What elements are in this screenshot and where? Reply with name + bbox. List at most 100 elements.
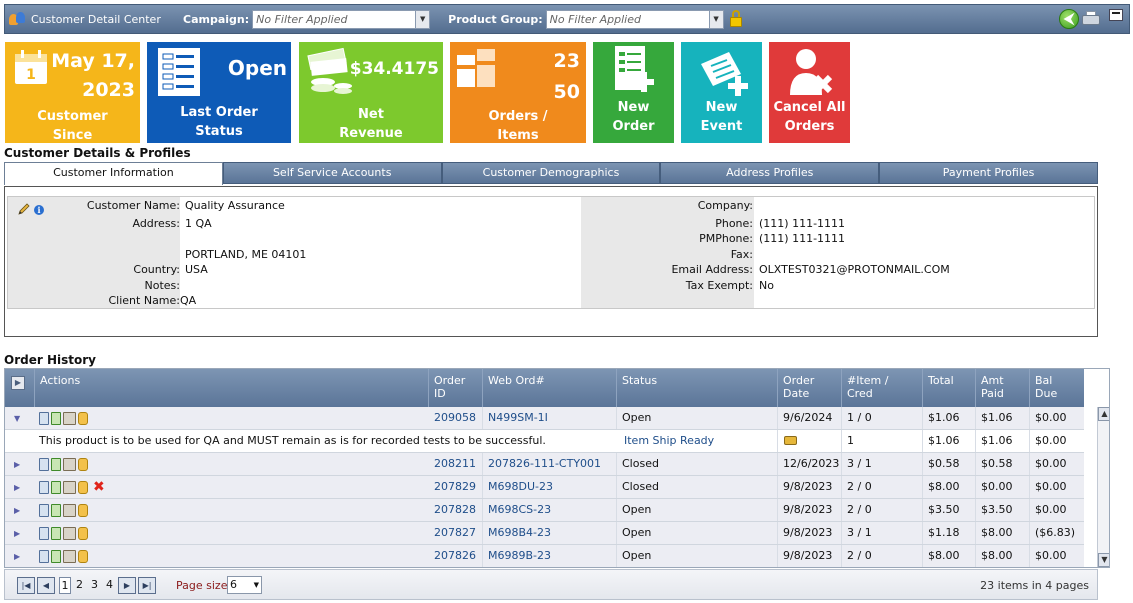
scroll-up-icon[interactable]: ▲ xyxy=(1098,407,1109,421)
bal-due-cell: $0.00 xyxy=(1035,503,1067,516)
expand-row-icon[interactable]: ▶ xyxy=(14,529,20,538)
web-order-cell[interactable]: 207826-111-CTY001 xyxy=(483,453,617,475)
invoice-icon[interactable] xyxy=(51,527,61,540)
amt-paid-header[interactable]: Amt Paid xyxy=(976,369,1030,407)
back-icon[interactable]: ⮜ xyxy=(1059,9,1079,29)
info-icon[interactable]: i xyxy=(34,205,44,215)
tab-customer-demographics[interactable]: Customer Demographics xyxy=(441,162,661,184)
expand-row-icon[interactable]: ▶ xyxy=(14,460,20,469)
company-label: Company: xyxy=(697,199,753,212)
page-2[interactable]: 2 xyxy=(76,578,83,591)
tab-self-service-accounts[interactable]: Self Service Accounts xyxy=(222,162,442,184)
manage-order-icon[interactable] xyxy=(63,504,76,517)
view-order-icon[interactable] xyxy=(39,458,49,471)
invoice-icon[interactable] xyxy=(51,481,61,494)
invoice-icon[interactable] xyxy=(51,550,61,563)
status-cell: Open xyxy=(617,545,778,567)
expand-row-icon[interactable]: ▶ xyxy=(14,483,20,492)
item-cred-header[interactable]: #Item / Cred xyxy=(842,369,923,407)
shipment-icon[interactable] xyxy=(78,412,88,425)
invoice-icon[interactable] xyxy=(51,504,61,517)
bal-due-cell: $0.00 xyxy=(1035,457,1067,470)
web-order-cell[interactable]: M698B4-23 xyxy=(483,522,617,544)
chevron-down-icon[interactable]: ▼ xyxy=(708,10,723,28)
cancel-order-icon[interactable]: ✖ xyxy=(93,480,105,494)
lock-icon[interactable] xyxy=(729,10,743,28)
first-page-icon[interactable]: |◀ xyxy=(17,577,35,594)
page-1[interactable]: 1 xyxy=(59,577,71,594)
shipment-icon[interactable] xyxy=(78,504,88,517)
grid-vertical-scrollbar[interactable]: ▲ ▼ xyxy=(1097,407,1109,567)
next-page-icon[interactable]: ▶ xyxy=(118,577,136,594)
manage-order-icon[interactable] xyxy=(63,481,76,494)
invoice-icon[interactable] xyxy=(51,412,61,425)
items-count: 50 xyxy=(553,81,580,103)
campaign-filter[interactable]: No Filter Applied ▼ xyxy=(252,9,431,29)
web-order-cell[interactable]: N499SM-1I xyxy=(483,407,617,429)
printer-icon[interactable] xyxy=(1081,10,1101,28)
truck-icon[interactable] xyxy=(784,436,797,445)
country-label: Country: xyxy=(133,263,180,276)
order-id-cell[interactable]: 207826 xyxy=(429,545,483,567)
page-4[interactable]: 4 xyxy=(106,578,113,591)
detail-status[interactable]: Item Ship Ready xyxy=(619,430,778,452)
order-id-header[interactable]: Order ID xyxy=(429,369,483,407)
shipment-icon[interactable] xyxy=(78,458,88,471)
page-3[interactable]: 3 xyxy=(91,578,98,591)
last-order-status-value: Open xyxy=(227,56,287,80)
shipment-icon[interactable] xyxy=(78,481,88,494)
product-group-filter[interactable]: No Filter Applied ▼ xyxy=(545,9,724,29)
table-row[interactable]: ▶ 208211 207826-111-CTY001 Closed 12/6/2… xyxy=(5,453,1084,476)
manage-order-icon[interactable] xyxy=(63,458,76,471)
last-page-icon[interactable]: ▶| xyxy=(138,577,156,594)
shipment-icon[interactable] xyxy=(78,550,88,563)
table-row[interactable]: ▼ 209058 N499SM-1I Open 9/6/2024 1 / 0 $… xyxy=(5,407,1084,430)
edit-pencil-icon[interactable] xyxy=(17,202,31,216)
total-header[interactable]: Total xyxy=(923,369,976,407)
new-event-tile[interactable]: New Event xyxy=(681,42,762,143)
minimize-icon[interactable] xyxy=(1109,9,1123,21)
web-order-cell[interactable]: M6989B-23 xyxy=(483,545,617,567)
order-id-cell[interactable]: 208211 xyxy=(429,453,483,475)
status-header[interactable]: Status xyxy=(617,369,778,407)
manage-order-icon[interactable] xyxy=(63,412,76,425)
expand-row-icon[interactable]: ▶ xyxy=(14,506,20,515)
table-row[interactable]: ▶ 207826 M6989B-23 Open 9/8/2023 2 / 0 $… xyxy=(5,545,1084,567)
actions-header[interactable]: Actions xyxy=(35,369,429,407)
expand-row-icon[interactable]: ▶ xyxy=(14,552,20,561)
order-date-header[interactable]: Order Date xyxy=(778,369,842,407)
view-order-icon[interactable] xyxy=(39,481,49,494)
view-order-icon[interactable] xyxy=(39,527,49,540)
shipment-icon[interactable] xyxy=(78,527,88,540)
page-size-select[interactable]: 6 ▼ xyxy=(227,576,262,594)
tab-address-profiles[interactable]: Address Profiles xyxy=(660,162,880,184)
expand-all-icon[interactable]: ▶ xyxy=(11,376,25,390)
web-order-cell[interactable]: M698DU-23 xyxy=(483,476,617,498)
invoice-icon[interactable] xyxy=(51,458,61,471)
chevron-down-icon[interactable]: ▼ xyxy=(415,10,430,28)
order-id-cell[interactable]: 207829 xyxy=(429,476,483,498)
order-id-cell[interactable]: 209058 xyxy=(429,407,483,429)
manage-order-icon[interactable] xyxy=(63,550,76,563)
table-row[interactable]: ▶ 207827 M698B4-23 Open 9/8/2023 3 / 1 $… xyxy=(5,522,1084,545)
svg-text:1: 1 xyxy=(26,67,36,83)
manage-order-icon[interactable] xyxy=(63,527,76,540)
order-id-cell[interactable]: 207827 xyxy=(429,522,483,544)
cancel-all-orders-tile[interactable]: Cancel All Orders xyxy=(769,42,850,143)
collapse-row-icon[interactable]: ▼ xyxy=(14,414,20,423)
table-row[interactable]: ▶ ✖ 207829 M698DU-23 Closed 9/8/2023 2 /… xyxy=(5,476,1084,499)
scroll-down-icon[interactable]: ▼ xyxy=(1098,553,1109,567)
view-order-icon[interactable] xyxy=(39,504,49,517)
table-row[interactable]: ▶ 207828 M698CS-23 Open 9/8/2023 2 / 0 $… xyxy=(5,499,1084,522)
tab-payment-profiles[interactable]: Payment Profiles xyxy=(879,162,1098,184)
prev-page-icon[interactable]: ◀ xyxy=(37,577,55,594)
order-id-cell[interactable]: 207828 xyxy=(429,499,483,521)
web-order-cell[interactable]: M698CS-23 xyxy=(483,499,617,521)
view-order-icon[interactable] xyxy=(39,550,49,563)
view-order-icon[interactable] xyxy=(39,412,49,425)
last-order-label-2: Status xyxy=(195,124,243,139)
bal-due-header[interactable]: Bal Due xyxy=(1030,369,1084,407)
new-order-tile[interactable]: New Order xyxy=(593,42,674,143)
tab-customer-information[interactable]: Customer Information xyxy=(4,162,223,185)
web-order-header[interactable]: Web Ord# xyxy=(483,369,617,407)
